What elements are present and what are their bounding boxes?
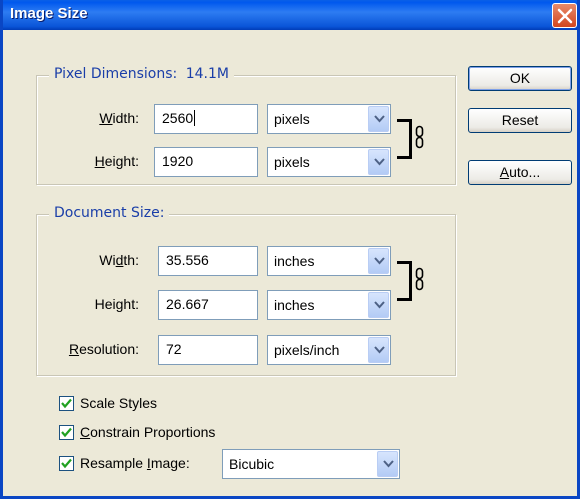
- checkmark-icon: [61, 427, 72, 438]
- chain-link-icon: [415, 125, 424, 149]
- document-height-label: Height:: [94, 296, 139, 312]
- chevron-down-icon[interactable]: [368, 248, 389, 274]
- resample-image-checkbox[interactable]: [59, 456, 74, 471]
- document-width-label: Width:: [99, 252, 139, 268]
- document-height-unit-select[interactable]: inches: [267, 290, 391, 320]
- ok-button[interactable]: OK: [468, 66, 572, 91]
- pixel-height-unit-select[interactable]: pixels: [267, 147, 391, 177]
- document-link-bracket: [397, 261, 412, 301]
- document-height-input[interactable]: 26.667: [158, 290, 258, 320]
- chain-link-icon: [415, 267, 424, 291]
- dialog-title: Image Size: [10, 5, 88, 22]
- checkmark-icon: [61, 458, 72, 469]
- pixel-height-input[interactable]: 1920: [154, 147, 258, 177]
- resolution-label: Resolution:: [68, 341, 139, 357]
- image-size-dialog: Image Size Pixel Dimensions: 14.1M Width…: [0, 0, 580, 499]
- pixel-dimensions-legend: Pixel Dimensions: 14.1M: [49, 66, 234, 82]
- pixel-width-input[interactable]: 2560: [154, 104, 258, 134]
- document-width-unit-select[interactable]: inches: [267, 246, 391, 276]
- chevron-down-icon[interactable]: [368, 337, 389, 363]
- pixel-link-bracket: [397, 119, 412, 159]
- close-icon: [557, 8, 573, 24]
- scale-styles-checkbox[interactable]: [59, 396, 74, 411]
- auto-button[interactable]: Auto...: [468, 160, 572, 185]
- reset-button[interactable]: Reset: [468, 108, 572, 133]
- document-size-legend: Document Size:: [49, 205, 170, 221]
- pixel-height-label: Height:: [94, 153, 139, 169]
- constrain-proportions-checkbox[interactable]: [59, 425, 74, 440]
- chevron-down-icon[interactable]: [368, 106, 389, 132]
- constrain-proportions-label[interactable]: Constrain Proportions: [80, 424, 215, 440]
- checkmark-icon: [61, 398, 72, 409]
- resolution-input[interactable]: 72: [158, 335, 258, 365]
- pixel-dimensions-size: 14.1M: [185, 66, 229, 82]
- resolution-unit-select[interactable]: pixels/inch: [267, 335, 391, 365]
- chevron-down-icon[interactable]: [377, 451, 398, 477]
- pixel-width-label: Width:: [99, 110, 139, 126]
- chevron-down-icon[interactable]: [368, 149, 389, 175]
- title-bar[interactable]: Image Size: [3, 0, 577, 30]
- close-button[interactable]: [552, 3, 577, 28]
- chevron-down-icon[interactable]: [368, 292, 389, 318]
- text-cursor: [194, 110, 196, 126]
- resample-image-label[interactable]: Resample Image:: [80, 455, 190, 471]
- scale-styles-label[interactable]: Scale Styles: [80, 395, 157, 411]
- pixel-width-unit-select[interactable]: pixels: [267, 104, 391, 134]
- resample-method-select[interactable]: Bicubic: [222, 449, 400, 479]
- document-width-input[interactable]: 35.556: [158, 246, 258, 276]
